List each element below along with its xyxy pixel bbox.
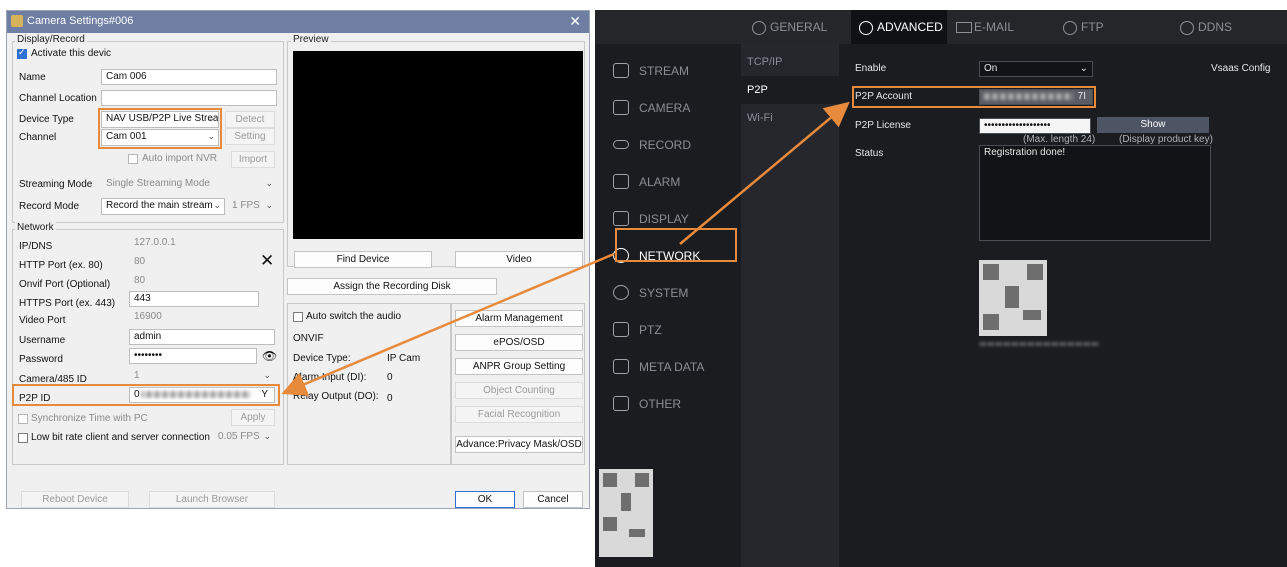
arrow-to-p2p-id xyxy=(281,252,615,396)
annotation-arrows xyxy=(281,101,850,396)
arrow-to-p2p-account xyxy=(679,101,850,245)
